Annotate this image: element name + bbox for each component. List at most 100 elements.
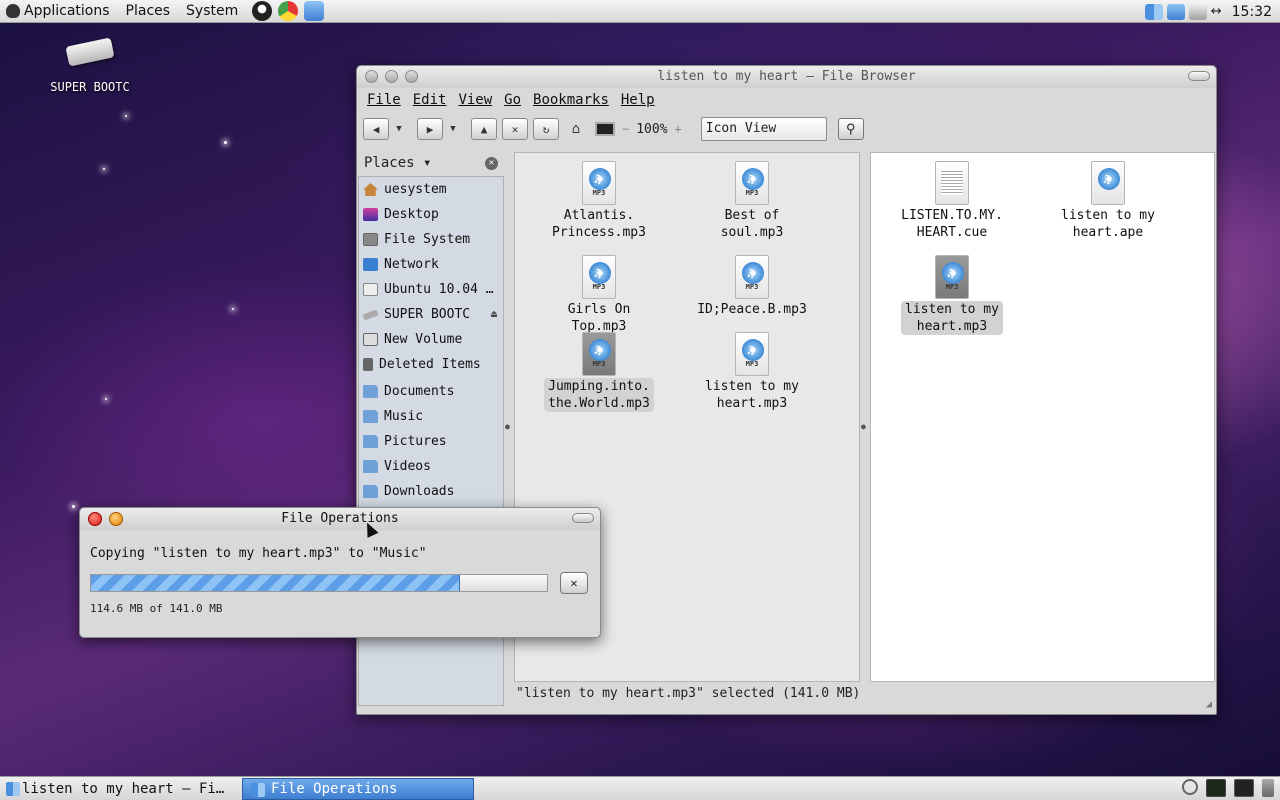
places-dropdown[interactable]: Places ▾ xyxy=(364,155,431,171)
back-history-dropdown[interactable]: ▼ xyxy=(394,124,404,134)
search-icon: ⚲ xyxy=(846,121,856,137)
maximize-pill-button[interactable] xyxy=(1188,71,1210,81)
mp3-file-icon: ♫ MP3 xyxy=(735,161,769,205)
menu-edit[interactable]: Edit xyxy=(407,92,453,108)
file-item[interactable]: ♫ MP3 Best of soul.mp3 xyxy=(690,161,814,241)
dialog-titlebar[interactable]: File Operations xyxy=(80,508,600,530)
maximize-pill-button[interactable] xyxy=(572,513,594,523)
file-operations-dialog: File Operations Copying "listen to my he… xyxy=(79,507,601,638)
sidebar-item-file-system[interactable]: File System xyxy=(359,227,503,252)
mp3-file-icon: ♫ MP3 xyxy=(935,255,969,299)
file-item-selected[interactable]: ♫ MP3 listen to my heart.mp3 xyxy=(890,255,1014,335)
sidebar-item-pictures[interactable]: Pictures xyxy=(359,429,503,454)
forward-button[interactable]: ▶ xyxy=(417,118,443,140)
sidebar-item-music[interactable]: Music xyxy=(359,404,503,429)
crosshair-icon[interactable] xyxy=(1182,779,1198,795)
cancel-copy-button[interactable]: ✕ xyxy=(560,572,588,594)
file-browser-icon xyxy=(6,781,20,796)
computer-button[interactable] xyxy=(593,118,617,140)
clock[interactable]: 15:32 xyxy=(1232,4,1272,20)
menu-help[interactable]: Help xyxy=(615,92,661,108)
sidebar-item-videos[interactable]: Videos xyxy=(359,454,503,479)
usb-tray-icon[interactable] xyxy=(1188,3,1207,20)
sidebar-item-new-volume[interactable]: New Volume xyxy=(359,327,503,352)
file-item-selected[interactable]: ♫ MP3 Jumping.into. the.World.mp3 xyxy=(537,332,661,412)
system-menu[interactable]: System xyxy=(178,0,246,23)
file-item[interactable]: ♫ MP3 Atlantis. Princess.mp3 xyxy=(537,161,661,241)
resize-grip-icon[interactable]: ◢ xyxy=(1206,699,1212,710)
menu-bookmarks[interactable]: Bookmarks xyxy=(527,92,615,108)
text-document-icon xyxy=(935,161,969,205)
star xyxy=(232,308,234,310)
sidebar-item-downloads[interactable]: Downloads xyxy=(359,479,503,504)
eject-icon[interactable]: ⏏ xyxy=(491,309,497,320)
reload-button[interactable]: ↻ xyxy=(533,118,559,140)
menu-file[interactable]: File xyxy=(361,92,407,108)
finder-icon[interactable] xyxy=(1144,3,1163,20)
up-button[interactable]: ▲ xyxy=(471,118,497,140)
music-note-icon[interactable] xyxy=(1166,3,1185,20)
sidebar-item-super-bootc[interactable]: SUPER BOOTC ⏏ xyxy=(359,302,503,327)
top-panel: Applications Places System ↔ 15:32 xyxy=(0,0,1280,23)
menu-view[interactable]: View xyxy=(452,92,498,108)
toolbar: ◀ ▼ ▶ ▼ ▲ ✕ ↻ ⌂ − 100% + Icon View ⚲ xyxy=(357,112,1216,146)
sidebar-item-ubuntu-10-04[interactable]: Ubuntu 10.04 … xyxy=(359,277,503,302)
bottom-tray xyxy=(1182,779,1274,797)
star xyxy=(72,505,75,508)
places-menu[interactable]: Places xyxy=(118,0,179,23)
zoom-level[interactable]: 100% xyxy=(634,122,669,137)
view-mode-select[interactable]: Icon View xyxy=(700,117,827,141)
desktop-usb-label: SUPER BOOTC xyxy=(50,80,130,94)
file-item[interactable]: ♫ MP3 listen to my heart.mp3 xyxy=(690,332,814,412)
usb-icon xyxy=(362,309,379,320)
pane-resize-handle[interactable]: ● xyxy=(505,422,513,432)
minimize-button[interactable] xyxy=(109,512,123,526)
qq-penguin-icon[interactable] xyxy=(252,1,273,21)
chrome-icon[interactable] xyxy=(278,1,299,21)
zoom-in-icon[interactable]: + xyxy=(675,122,682,136)
close-button[interactable] xyxy=(365,70,378,83)
copy-progress-bar xyxy=(90,574,548,592)
taskbar-item-file-operations[interactable]: File Operations xyxy=(242,777,474,800)
file-item[interactable]: ♫ MP3 ID;Peace.B.mp3 xyxy=(690,255,814,318)
pane-resize-handle[interactable]: ● xyxy=(861,422,869,432)
system-monitor-icon[interactable] xyxy=(1206,779,1226,797)
zoom-button[interactable] xyxy=(405,70,418,83)
back-button[interactable]: ◀ xyxy=(363,118,389,140)
home-button[interactable]: ⌂ xyxy=(564,118,588,140)
desktop-usb-drive[interactable]: SUPER BOOTC xyxy=(40,37,140,94)
taskbar-item-file-browser[interactable]: listen to my heart — Fi… xyxy=(2,778,240,800)
file-item[interactable]: ♫ MP3 Girls On Top.mp3 xyxy=(537,255,661,335)
sidebar-item-network[interactable]: Network xyxy=(359,252,503,277)
right-pane[interactable]: LISTEN.TO.MY. HEART.cue ♫ listen to my hea… xyxy=(870,152,1215,682)
sidebar-item-deleted-items[interactable]: Deleted Items xyxy=(359,352,503,377)
applications-menu[interactable]: Applications xyxy=(0,0,118,23)
menu-go[interactable]: Go xyxy=(498,92,527,108)
stop-button[interactable]: ✕ xyxy=(502,118,528,140)
trash-icon xyxy=(363,358,373,371)
bottom-panel: listen to my heart — Fi… File Operations xyxy=(0,776,1280,800)
close-button[interactable] xyxy=(88,512,102,526)
arrow-left-icon: ◀ xyxy=(372,122,380,136)
mp3-file-icon: ♫ MP3 xyxy=(582,255,616,299)
minimize-button[interactable] xyxy=(385,70,398,83)
terminal-icon[interactable] xyxy=(1234,779,1254,797)
file-operations-icon xyxy=(251,782,265,797)
folder-icon xyxy=(363,485,378,498)
music-note-icon[interactable] xyxy=(304,1,325,21)
status-bar: "listen to my heart.mp3" selected (141.0… xyxy=(516,686,861,701)
search-button[interactable]: ⚲ xyxy=(837,118,864,140)
file-item[interactable]: LISTEN.TO.MY. HEART.cue xyxy=(890,161,1014,241)
sidebar-item-documents[interactable]: Documents xyxy=(359,379,503,404)
sidebar-item-uesystem[interactable]: uesystem xyxy=(359,177,503,202)
close-sidebar-icon[interactable]: ✕ xyxy=(485,156,498,170)
network-icon xyxy=(363,258,378,271)
forward-history-dropdown[interactable]: ▼ xyxy=(448,124,458,134)
file-item[interactable]: ♫ listen to my heart.ape xyxy=(1046,161,1170,241)
dialog-title: File Operations xyxy=(281,511,399,526)
network-arrows-icon[interactable]: ↔ xyxy=(1211,4,1222,19)
sidebar-item-desktop[interactable]: Desktop xyxy=(359,202,503,227)
zoom-out-icon[interactable]: − xyxy=(622,122,629,136)
file-browser-titlebar[interactable]: listen to my heart — File Browser xyxy=(357,66,1216,88)
trash-icon[interactable] xyxy=(1262,779,1274,797)
